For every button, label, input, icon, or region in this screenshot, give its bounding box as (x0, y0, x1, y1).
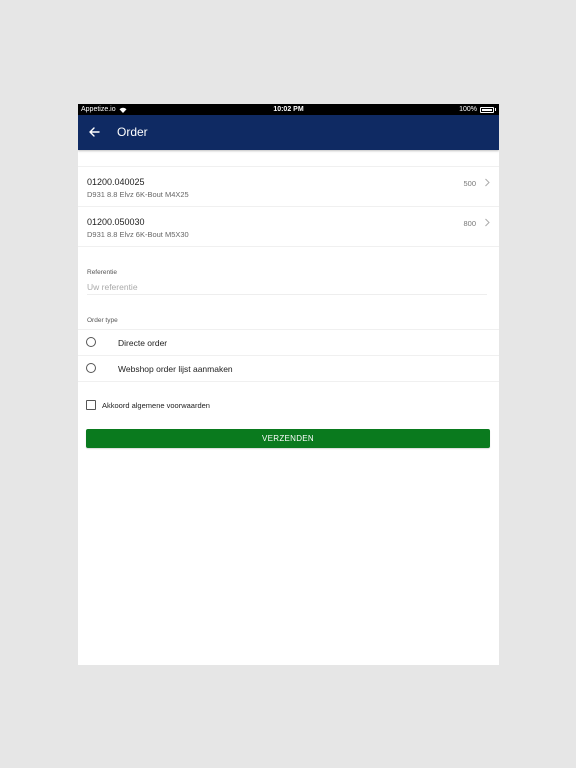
list-top-spacer (78, 150, 499, 167)
order-type-label: Order type (87, 317, 118, 324)
radio-option-label: Directe order (118, 338, 168, 348)
chevron-right-icon (485, 218, 490, 227)
order-line-quantity: 500 (463, 179, 476, 188)
order-line-description: D931 8.8 Elvz 6K-Bout M5X30 (87, 230, 189, 239)
battery-icon (480, 106, 494, 113)
reference-label: Referentie (87, 269, 117, 276)
app-bar: Order (78, 115, 499, 150)
battery-tip (495, 108, 496, 111)
radio-option-webshop-order[interactable]: Webshop order lijst aanmaken (78, 355, 499, 382)
radio-circle-icon[interactable] (86, 363, 96, 373)
radio-circle-icon[interactable] (86, 337, 96, 347)
terms-checkbox-row[interactable]: Akkoord algemene voorwaarden (78, 398, 499, 414)
terms-checkbox[interactable] (86, 400, 96, 410)
order-line-code: 01200.050030 (87, 217, 145, 227)
arrow-left-icon (89, 127, 100, 137)
battery-area: 100% (459, 104, 496, 115)
page-title: Order (117, 125, 148, 139)
device-screen: Appetize.io 10:02 PM 100% Order 01200.04… (78, 104, 499, 665)
order-line-row[interactable]: 01200.050030 D931 8.8 Elvz 6K-Bout M5X30… (78, 207, 499, 247)
reference-section: Referentie (78, 247, 499, 297)
order-line-row[interactable]: 01200.040025 D931 8.8 Elvz 6K-Bout M4X25… (78, 167, 499, 207)
order-line-quantity: 800 (463, 219, 476, 228)
status-bar: Appetize.io 10:02 PM 100% (78, 104, 499, 115)
order-line-description: D931 8.8 Elvz 6K-Bout M4X25 (87, 190, 189, 199)
battery-percent: 100% (459, 106, 477, 113)
back-button[interactable] (86, 124, 102, 140)
status-time: 10:02 PM (273, 106, 304, 113)
terms-checkbox-label: Akkoord algemene voorwaarden (102, 401, 210, 410)
reference-input[interactable] (87, 280, 487, 295)
radio-option-label: Webshop order lijst aanmaken (118, 364, 233, 374)
radio-option-directe-order[interactable]: Directe order (78, 329, 499, 355)
chevron-right-icon (485, 178, 490, 187)
order-line-code: 01200.040025 (87, 177, 145, 187)
submit-button[interactable]: VERZENDEN (86, 429, 490, 448)
